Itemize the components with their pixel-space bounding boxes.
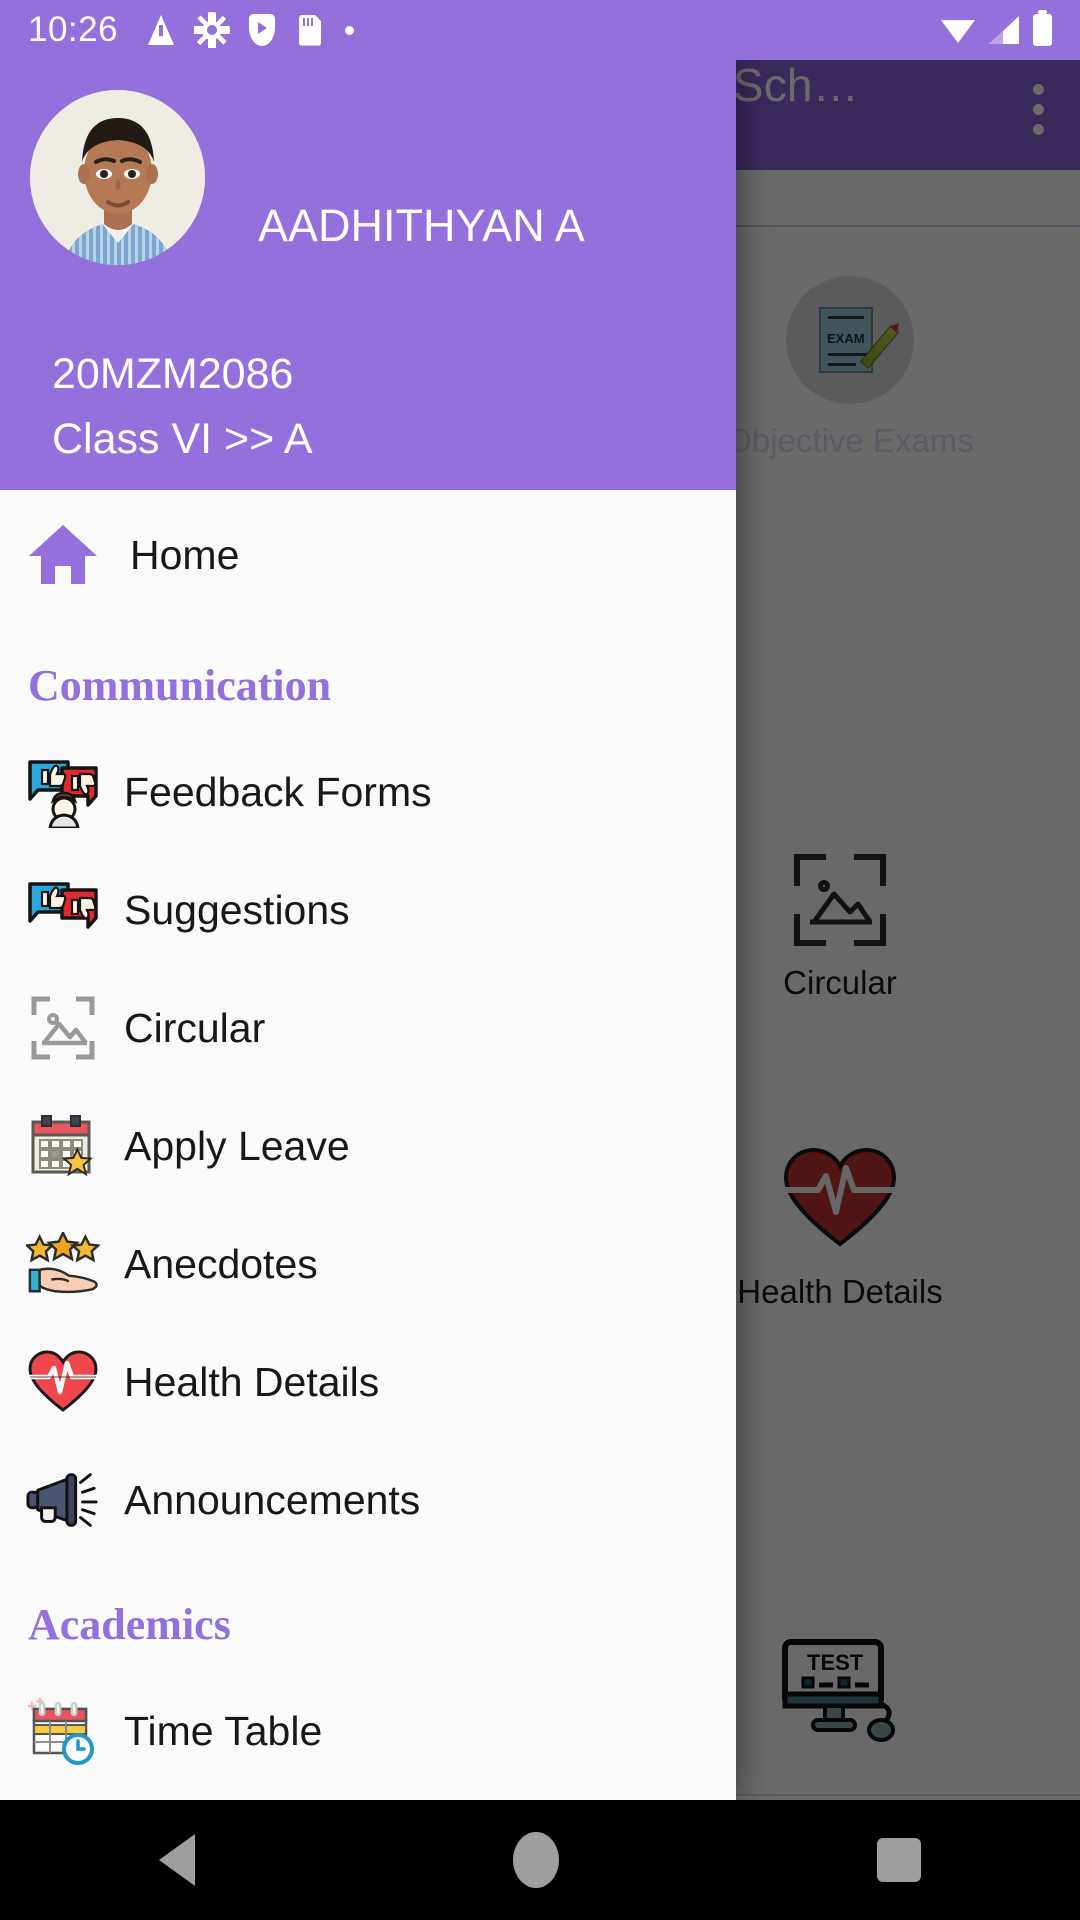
warning-icon xyxy=(148,15,175,45)
dot-icon xyxy=(345,25,355,35)
sidebar-item-suggestions[interactable]: Suggestions xyxy=(0,851,736,969)
section-header-academics: Academics xyxy=(28,1600,231,1649)
avatar xyxy=(30,90,205,265)
sidebar-item-label: Feedback Forms xyxy=(124,768,432,815)
gear-icon xyxy=(193,11,231,49)
sidebar-item-feedback-forms[interactable]: Feedback Forms xyxy=(0,733,736,851)
sidebar-item-announcements[interactable]: Announcements xyxy=(0,1441,736,1559)
navigation-drawer: AADHITHYAN A 20MZM2086 Class VI >> A Hom… xyxy=(0,60,736,1800)
back-triangle-icon[interactable] xyxy=(159,1834,195,1886)
status-bar: 10:26 xyxy=(0,0,1080,60)
profile-student-id: 20MZM2086 xyxy=(52,350,294,398)
sidebar-item-health-details[interactable]: Health Details xyxy=(0,1323,736,1441)
sidebar-item-label: Announcements xyxy=(124,1476,421,1523)
phone-screen: Sec Sch… EXAM xyxy=(0,0,1080,1920)
calendar-star-icon xyxy=(26,1109,100,1183)
android-navigation-bar xyxy=(0,1800,1080,1920)
stars-hand-icon xyxy=(26,1227,100,1301)
drawer-menu: Home Communication Feedback Forms Sugges… xyxy=(0,490,736,1790)
wifi-icon xyxy=(941,20,975,43)
recents-square-icon[interactable] xyxy=(877,1838,921,1882)
broken-image-icon xyxy=(26,991,100,1065)
sidebar-item-apply-leave[interactable]: Apply Leave xyxy=(0,1087,736,1205)
profile-class: Class VI >> A xyxy=(52,415,313,463)
calendar-clock-icon xyxy=(26,1694,100,1768)
sidebar-item-time-table[interactable]: Time Table xyxy=(0,1672,736,1790)
sidebar-item-label: Home xyxy=(130,531,240,578)
heart-pulse-icon xyxy=(26,1345,100,1419)
signal-icon xyxy=(989,16,1019,44)
sidebar-item-label: Circular xyxy=(124,1004,266,1051)
sidebar-item-circular[interactable]: Circular xyxy=(0,969,736,1087)
sidebar-item-label: Anecdotes xyxy=(124,1240,318,1287)
feedback-speech-bubbles-icon xyxy=(26,755,100,829)
home-circle-icon[interactable] xyxy=(513,1832,559,1888)
sd-card-icon xyxy=(299,14,322,46)
sidebar-item-label: Time Table xyxy=(124,1707,323,1754)
section-header-communication: Communication xyxy=(28,661,332,710)
play-protect-icon xyxy=(249,14,276,46)
suggestion-speech-bubbles-icon xyxy=(26,873,100,947)
home-icon xyxy=(26,518,100,592)
drawer-header: AADHITHYAN A 20MZM2086 Class VI >> A xyxy=(0,60,736,490)
megaphone-icon xyxy=(26,1463,100,1537)
status-clock: 10:26 xyxy=(28,10,119,49)
battery-icon xyxy=(1033,10,1052,46)
profile-name: AADHITHYAN A xyxy=(258,200,585,251)
sidebar-item-home[interactable]: Home xyxy=(0,490,736,620)
sidebar-item-anecdotes[interactable]: Anecdotes xyxy=(0,1205,736,1323)
sidebar-item-label: Health Details xyxy=(124,1358,380,1405)
sidebar-item-label: Suggestions xyxy=(124,886,350,933)
sidebar-item-label: Apply Leave xyxy=(124,1122,350,1169)
